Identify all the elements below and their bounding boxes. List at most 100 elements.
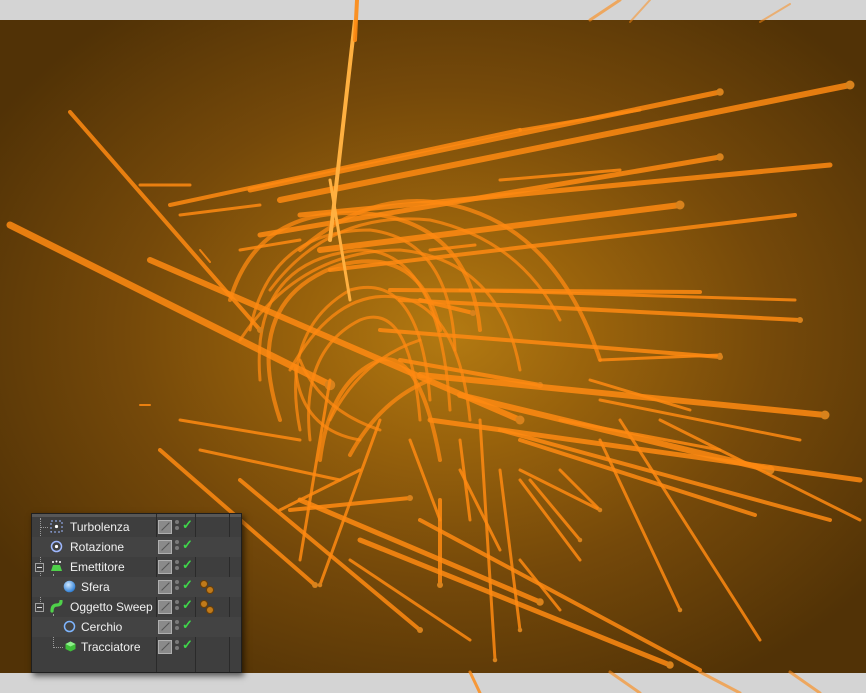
sweep-strand <box>408 438 442 522</box>
layer-icon[interactable] <box>158 560 172 574</box>
sweep-strand <box>518 468 602 512</box>
sweep-strand <box>317 202 683 253</box>
particle-sphere <box>797 317 803 323</box>
particle-sphere <box>577 537 583 543</box>
object-row-tracciatore[interactable]: Tracciatore ✓ <box>32 637 241 657</box>
sweep-strand <box>788 670 822 693</box>
visibility-dots-icon[interactable] <box>175 600 180 612</box>
turbulence-icon <box>50 520 63 533</box>
sweep-strand <box>558 418 722 452</box>
sweep-strand <box>417 372 828 418</box>
emitter-icon <box>51 560 62 571</box>
object-flags[interactable]: ✓ <box>158 617 194 634</box>
object-label: Cerchio <box>81 620 123 634</box>
sweep-strand <box>168 128 522 207</box>
visibility-dots-icon[interactable] <box>175 620 180 632</box>
object-label: Emettitore <box>70 560 125 574</box>
particle-sphere <box>470 310 476 316</box>
sphere-icon <box>63 580 76 593</box>
sweep-strand <box>238 238 302 252</box>
particle-sphere <box>312 582 318 588</box>
object-row-sfera[interactable]: Sfera ✓ <box>32 577 241 597</box>
enabled-check-icon[interactable]: ✓ <box>182 517 193 533</box>
sweep-strand <box>478 418 497 662</box>
object-row-cerchio[interactable]: Cerchio ✓ <box>32 617 241 637</box>
sweep-strand <box>418 518 702 672</box>
object-manager-panel: Turbolenza ✓ Rotazione ✓ Emettitore ✓ Sf… <box>31 513 242 673</box>
visibility-dots-icon[interactable] <box>175 580 180 592</box>
layer-icon[interactable] <box>158 580 172 594</box>
enabled-check-icon[interactable]: ✓ <box>182 637 193 653</box>
sweep-strand <box>498 468 522 632</box>
particle-sphere <box>666 661 674 669</box>
particle-sphere <box>317 582 323 588</box>
object-row-emettitore[interactable]: Emettitore ✓ <box>32 557 241 577</box>
material-tag-icon[interactable] <box>198 579 218 595</box>
enabled-check-icon[interactable]: ✓ <box>182 617 193 633</box>
sweep-strand <box>458 438 472 522</box>
rotation-icon <box>50 540 63 553</box>
particle-sphere <box>597 507 603 513</box>
sweep-strand <box>558 468 602 512</box>
particle-sphere <box>407 495 413 501</box>
particle-sphere <box>257 327 263 333</box>
sweep-strand <box>608 670 642 693</box>
object-label: Tracciatore <box>81 640 141 654</box>
enabled-check-icon[interactable]: ✓ <box>182 557 193 573</box>
sweep-strand <box>247 89 723 193</box>
object-flags[interactable]: ✓ <box>158 637 194 654</box>
sweep-strand <box>658 418 862 522</box>
enabled-check-icon[interactable]: ✓ <box>182 577 193 593</box>
object-row-rotazione[interactable]: Rotazione ✓ <box>32 537 241 557</box>
sweep-strand <box>378 328 722 359</box>
particle-sphere <box>675 200 685 210</box>
visibility-dots-icon[interactable] <box>175 640 180 652</box>
object-flags[interactable]: ✓ <box>158 557 194 574</box>
particle-sphere <box>717 352 723 358</box>
layer-icon[interactable] <box>158 540 172 554</box>
particle-sphere <box>492 657 498 663</box>
sweep-strand <box>698 670 742 693</box>
object-row-turbolenza[interactable]: Turbolenza ✓ <box>32 517 241 537</box>
visibility-dots-icon[interactable] <box>175 540 180 552</box>
layer-icon[interactable] <box>158 520 172 534</box>
particle-sphere <box>515 415 525 425</box>
enabled-check-icon[interactable]: ✓ <box>182 537 193 553</box>
object-flags[interactable]: ✓ <box>158 537 194 554</box>
particle-sphere <box>716 153 724 161</box>
object-label: Turbolenza <box>70 520 130 534</box>
sweep-strand <box>297 497 543 605</box>
object-flags[interactable]: ✓ <box>158 577 194 594</box>
sweep-strand <box>348 558 472 642</box>
visibility-dots-icon[interactable] <box>175 520 180 532</box>
object-label: Sfera <box>81 580 110 594</box>
object-row-oggetto-sweep[interactable]: Oggetto Sweep ✓ <box>32 597 241 617</box>
collapse-toggle-icon[interactable] <box>35 563 44 572</box>
collapse-toggle-icon[interactable] <box>35 603 44 612</box>
sweep-strand <box>178 203 262 217</box>
sweep-strand <box>629 0 651 23</box>
visibility-dots-icon[interactable] <box>175 560 180 572</box>
sweep-strand <box>468 670 482 693</box>
material-tag-icon[interactable] <box>198 599 218 615</box>
layer-icon[interactable] <box>158 620 172 634</box>
object-flags[interactable]: ✓ <box>158 517 194 534</box>
sweep-strand <box>328 178 352 302</box>
sweep-strand <box>518 108 642 132</box>
tracer-icon <box>65 641 76 652</box>
particle-sphere <box>437 582 443 588</box>
object-flags[interactable]: ✓ <box>158 597 194 614</box>
particle-sphere <box>845 80 855 90</box>
sweep-icon <box>50 600 63 613</box>
layer-icon[interactable] <box>158 600 172 614</box>
object-label: Rotazione <box>70 540 125 554</box>
particle-sphere <box>677 607 683 613</box>
object-label: Oggetto Sweep <box>70 600 153 614</box>
circle-icon <box>63 620 76 633</box>
sweep-strand <box>588 0 622 22</box>
enabled-check-icon[interactable]: ✓ <box>182 597 193 613</box>
sweep-strand <box>518 478 582 562</box>
sweep-strand <box>178 418 302 442</box>
particle-sphere <box>417 627 423 633</box>
layer-icon[interactable] <box>158 640 172 654</box>
